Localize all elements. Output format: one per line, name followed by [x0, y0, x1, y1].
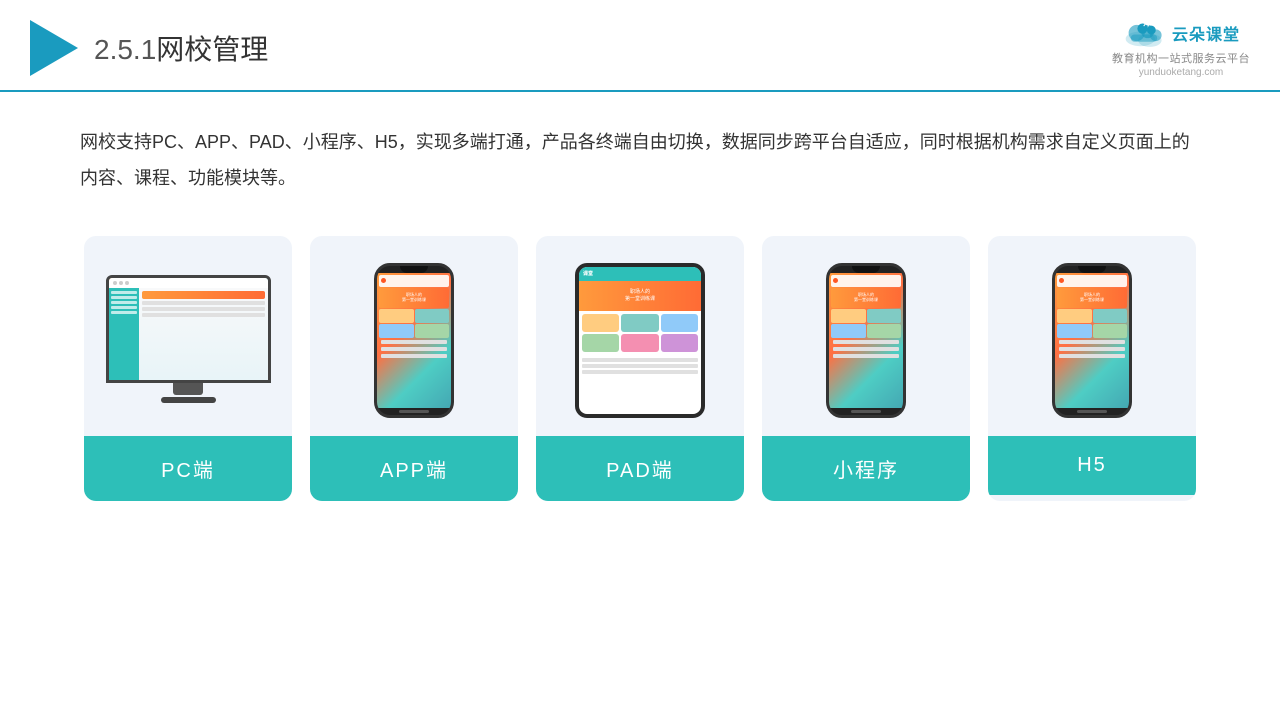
- card-label-pad: PAD端: [536, 436, 744, 501]
- logo-cloud: 云朵课堂: [1122, 18, 1240, 48]
- page-title: 2.5.1网校管理: [94, 28, 268, 68]
- play-icon: [30, 20, 78, 76]
- card-app: 职场人的第一堂训练课 APP端: [310, 236, 518, 501]
- cards-container: PC端 职场人的第一堂训练课: [0, 216, 1280, 501]
- card-image-pc: [84, 236, 292, 436]
- logo-slogan: 教育机构一站式服务云平台: [1112, 50, 1250, 66]
- logo-text: 云朵课堂: [1172, 21, 1240, 45]
- card-image-pad: 课堂 职场人的第一堂训练课: [536, 236, 744, 436]
- tablet-mockup: 课堂 职场人的第一堂训练课: [575, 263, 705, 418]
- header: 2.5.1网校管理 云朵课堂 教育机构一站式服务云平台 yunduoketang…: [0, 0, 1280, 92]
- card-image-miniapp: 职场人的第一堂训练课: [762, 236, 970, 436]
- phone-screen-mini: 职场人的第一堂训练课: [829, 273, 903, 408]
- logo-url: yunduoketang.com: [1139, 67, 1224, 78]
- tablet-screen: 课堂 职场人的第一堂训练课: [579, 267, 701, 414]
- card-image-h5: 职场人的第一堂训练课: [988, 236, 1196, 436]
- cloud-icon: [1122, 18, 1166, 48]
- phone-screen-h5: 职场人的第一堂训练课: [1055, 273, 1129, 408]
- phone-notch-mini: [852, 266, 880, 273]
- phone-notch: [400, 266, 428, 273]
- logo-area: 云朵课堂 教育机构一站式服务云平台 yunduoketang.com: [1112, 18, 1250, 78]
- card-label-app: APP端: [310, 436, 518, 501]
- card-label-h5: H5: [988, 436, 1196, 495]
- phone-mockup-h5: 职场人的第一堂训练课: [1052, 263, 1132, 418]
- card-pad: 课堂 职场人的第一堂训练课: [536, 236, 744, 501]
- description-text: 网校支持PC、APP、PAD、小程序、H5，实现多端打通，产品各终端自由切换，数…: [0, 92, 1280, 216]
- header-left: 2.5.1网校管理: [30, 20, 268, 76]
- pc-monitor: [103, 275, 273, 405]
- card-pc: PC端: [84, 236, 292, 501]
- card-image-app: 职场人的第一堂训练课: [310, 236, 518, 436]
- phone-mockup-miniapp: 职场人的第一堂训练课: [826, 263, 906, 418]
- phone-notch-h5: [1078, 266, 1106, 273]
- card-label-miniapp: 小程序: [762, 436, 970, 501]
- phone-mockup-app: 职场人的第一堂训练课: [374, 263, 454, 418]
- card-miniapp: 职场人的第一堂训练课 小程序: [762, 236, 970, 501]
- card-label-pc: PC端: [84, 436, 292, 501]
- card-h5: 职场人的第一堂训练课 H5: [988, 236, 1196, 501]
- phone-screen: 职场人的第一堂训练课: [377, 273, 451, 408]
